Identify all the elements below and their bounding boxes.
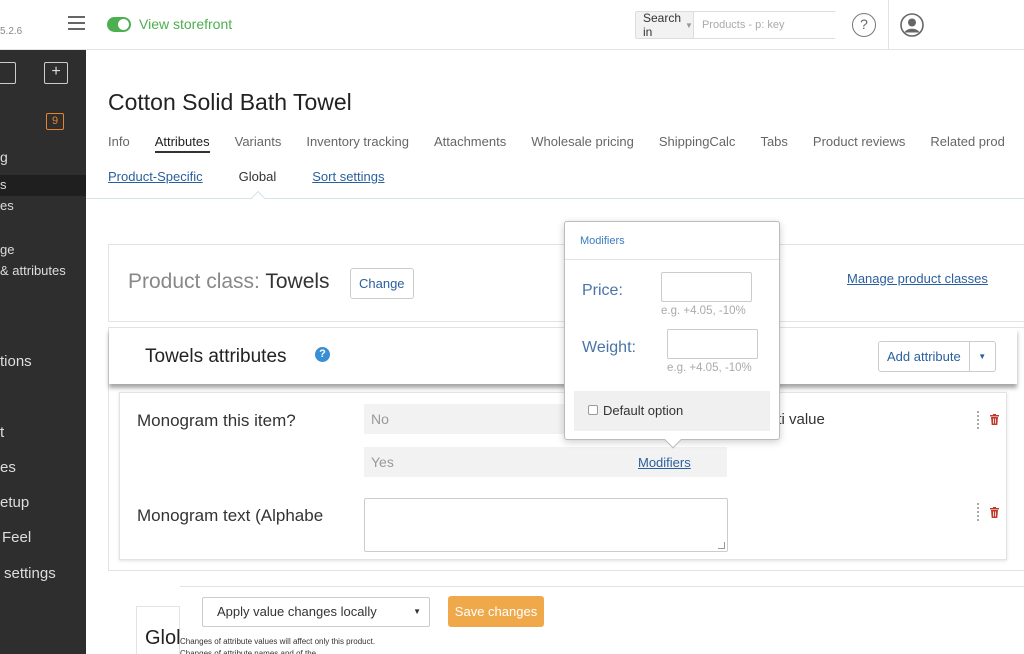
weight-modifier-input[interactable] bbox=[667, 329, 758, 359]
change-class-button[interactable]: Change bbox=[350, 268, 414, 299]
default-option-label[interactable]: Default option bbox=[603, 403, 683, 418]
notification-badge[interactable]: 9 bbox=[46, 113, 64, 130]
product-class-label: Product class: bbox=[128, 270, 260, 293]
global-attributes-panel: Glol bbox=[136, 606, 181, 654]
search-in-label: Search in bbox=[643, 11, 682, 39]
drag-handle-icon[interactable] bbox=[977, 503, 979, 521]
search-input[interactable] bbox=[693, 12, 844, 38]
attribute-value-field[interactable]: No bbox=[364, 404, 564, 434]
tab-inventory-tracking[interactable]: Inventory tracking bbox=[306, 134, 409, 153]
sidebar-item-4[interactable]: ge bbox=[0, 242, 14, 257]
sidebar-item-9[interactable]: etup bbox=[0, 494, 29, 511]
subtab-product-specific[interactable]: Product-Specific bbox=[108, 169, 203, 184]
toggle-switch-icon[interactable] bbox=[107, 16, 131, 32]
user-avatar-icon[interactable] bbox=[900, 13, 924, 37]
product-class-value: Towels bbox=[265, 270, 330, 293]
tab-wholesale-pricing[interactable]: Wholesale pricing bbox=[531, 134, 634, 153]
attribute-subtabs: Product-Specific Global Sort settings bbox=[108, 169, 421, 184]
search-in-dropdown[interactable]: Search in ▼ bbox=[636, 11, 694, 39]
attributes-title: Towels attributes bbox=[145, 346, 287, 367]
menu-icon[interactable] bbox=[68, 16, 85, 30]
subtab-global[interactable]: Global bbox=[239, 169, 277, 184]
header-divider bbox=[888, 0, 889, 50]
subtab-sort-settings[interactable]: Sort settings bbox=[312, 169, 384, 184]
sidebar-item-3[interactable]: es bbox=[0, 198, 14, 213]
attribute-name[interactable]: Monogram this item? bbox=[137, 411, 296, 431]
help-icon[interactable]: ? bbox=[852, 13, 876, 37]
weight-label: Weight: bbox=[582, 339, 636, 356]
subtab-active-notch bbox=[250, 190, 266, 206]
sidebar-item-7[interactable]: t bbox=[0, 424, 4, 441]
view-storefront-toggle[interactable]: View storefront bbox=[107, 16, 232, 32]
tab-attributes[interactable]: Attributes bbox=[154, 134, 210, 153]
sidebar-item-2[interactable]: s bbox=[0, 177, 7, 192]
tab-variants[interactable]: Variants bbox=[235, 134, 282, 153]
sidebar: + 9 g s es ge & attributes tions t es et… bbox=[0, 50, 86, 654]
sidebar-active-highlight bbox=[0, 175, 86, 196]
popover-title: Modifiers bbox=[565, 222, 779, 260]
weight-hint: e.g. +4.05, -10% bbox=[667, 362, 752, 374]
sidebar-item-8[interactable]: es bbox=[0, 459, 16, 476]
sidebar-item-5[interactable]: & attributes bbox=[0, 263, 66, 278]
chevron-down-icon: ▼ bbox=[413, 607, 421, 616]
sidebar-item-1[interactable]: g bbox=[0, 149, 8, 165]
attribute-type-label: lti value bbox=[774, 411, 825, 428]
modifiers-link[interactable]: Modifiers bbox=[638, 455, 691, 470]
bottom-action-bar: Apply value changes locally ▼ Save chang… bbox=[180, 586, 1024, 654]
trash-icon[interactable] bbox=[990, 414, 999, 425]
attributes-header: Towels attributes ? Add attribute ▼ bbox=[109, 328, 1017, 384]
modifiers-popover: Modifiers Price: e.g. +4.05, -10% Weight… bbox=[564, 221, 780, 449]
product-class-heading: Product class: Towels bbox=[128, 270, 330, 294]
changes-note: Changes of attribute values will affect … bbox=[180, 637, 376, 654]
manage-product-classes-link[interactable]: Manage product classes bbox=[847, 271, 988, 286]
tab-product-reviews[interactable]: Product reviews bbox=[813, 134, 905, 153]
tab-attachments[interactable]: Attachments bbox=[434, 134, 506, 153]
view-storefront-label[interactable]: View storefront bbox=[139, 16, 232, 32]
price-hint: e.g. +4.05, -10% bbox=[661, 305, 746, 317]
tab-shippingcalc[interactable]: ShippingCalc bbox=[659, 134, 736, 153]
sidebar-item-10[interactable]: Feel bbox=[2, 529, 31, 546]
attributes-body: Monogram this item? No Yes Modifiers lti… bbox=[119, 392, 1007, 560]
search-box: Search in ▼ bbox=[635, 11, 844, 39]
apply-changes-select[interactable]: Apply value changes locally ▼ bbox=[202, 597, 430, 627]
attribute-text-field[interactable] bbox=[364, 498, 728, 552]
tab-tabs[interactable]: Tabs bbox=[760, 134, 787, 153]
page-title: Cotton Solid Bath Towel bbox=[108, 89, 352, 115]
save-changes-button[interactable]: Save changes bbox=[448, 596, 544, 627]
add-attribute-button[interactable]: Add attribute bbox=[879, 342, 969, 371]
add-attribute-group: Add attribute ▼ bbox=[878, 341, 996, 372]
tab-info[interactable]: Info bbox=[108, 134, 130, 153]
attribute-name[interactable]: Monogram text (Alphabe bbox=[137, 506, 345, 526]
version-label: 5.2.6 bbox=[0, 26, 23, 37]
app-root: 5.2.6 View storefront Search in ▼ ? + 9 … bbox=[0, 0, 1024, 654]
default-option-checkbox[interactable] bbox=[588, 405, 598, 415]
global-panel-title: Glol bbox=[145, 627, 181, 649]
popover-footer: Default option bbox=[574, 391, 770, 431]
add-icon[interactable]: + bbox=[44, 62, 68, 84]
sidebar-item-11[interactable]: settings bbox=[4, 565, 56, 582]
chevron-down-icon[interactable]: ▼ bbox=[968, 342, 995, 371]
subtab-divider bbox=[86, 198, 1024, 199]
info-icon[interactable]: ? bbox=[315, 347, 330, 362]
top-bar: 5.2.6 View storefront Search in ▼ ? bbox=[0, 0, 1024, 50]
resize-handle-icon[interactable] bbox=[718, 542, 725, 549]
product-tabs: Info Attributes Variants Inventory track… bbox=[108, 134, 1024, 153]
drag-handle-icon[interactable] bbox=[977, 411, 979, 429]
price-label: Price: bbox=[582, 282, 623, 299]
chevron-down-icon: ▼ bbox=[685, 20, 693, 30]
sidebar-tool-icon[interactable] bbox=[0, 62, 16, 84]
sidebar-item-6[interactable]: tions bbox=[0, 353, 32, 370]
price-modifier-input[interactable] bbox=[661, 272, 752, 302]
trash-icon[interactable] bbox=[990, 507, 999, 518]
tab-related-products[interactable]: Related prod bbox=[930, 134, 1004, 153]
apply-changes-value: Apply value changes locally bbox=[217, 604, 377, 619]
